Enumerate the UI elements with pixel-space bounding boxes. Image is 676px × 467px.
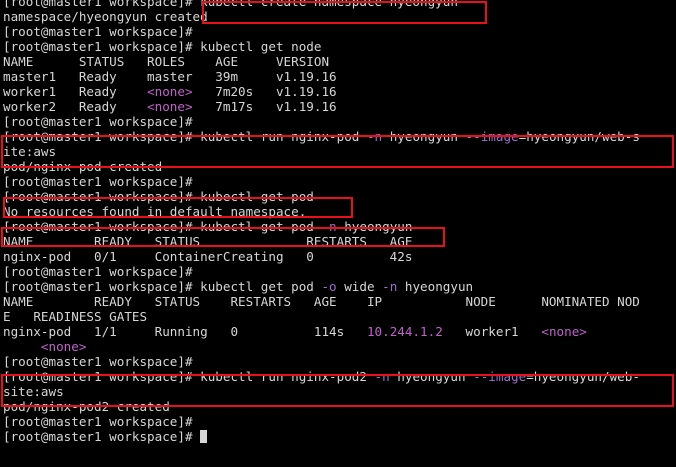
terminal-line: [root@master1 workspace]# kubectl run ng… xyxy=(3,129,640,144)
terminal-line: [root@master1 workspace]# xyxy=(3,114,193,129)
terminal-line: NAME STATUS ROLES AGE VERSION xyxy=(3,54,329,69)
terminal-text: --image xyxy=(473,369,527,384)
terminal-text: hyeongyun xyxy=(389,369,474,384)
terminal-text: [root@master1 workspace]# kubectl create… xyxy=(3,0,458,9)
terminal-text: [root@master1 workspace]# xyxy=(3,174,193,189)
terminal-text: -n xyxy=(382,279,398,294)
terminal-text: site:aws xyxy=(3,384,64,399)
terminal-text: NAME READY STATUS RESTARTS AGE IP NODE N… xyxy=(3,294,640,309)
terminal-text: <none> xyxy=(147,84,193,99)
terminal-text: <none> xyxy=(147,99,193,114)
terminal-line: NAME READY STATUS RESTARTS AGE IP NODE N… xyxy=(3,294,640,309)
terminal-text: 7m17s v1.19.16 xyxy=(192,99,337,114)
terminal-line: [root@master1 workspace]# xyxy=(3,264,193,279)
terminal-text: [root@master1 workspace]# kubectl get no… xyxy=(3,39,322,54)
terminal-line: nginx-pod 0/1 ContainerCreating 0 42s xyxy=(3,249,412,264)
terminal-text: [root@master1 workspace]# xyxy=(3,354,193,369)
terminal-text: [root@master1 workspace]# kubectl run ng… xyxy=(3,369,375,384)
terminal-text: master1 Ready master 39m v1.19.16 xyxy=(3,69,337,84)
terminal-text: wide xyxy=(336,279,383,294)
terminal-text: [root@master1 workspace]# xyxy=(3,429,201,444)
terminal-text: [root@master1 workspace]# kubectl get po… xyxy=(3,189,314,204)
terminal-text: -n xyxy=(321,219,337,234)
terminal-text: --image xyxy=(465,129,519,144)
terminal-line: [root@master1 workspace]# xyxy=(3,429,208,444)
terminal-text: 10.244.1.2 xyxy=(366,324,443,339)
terminal-line: pod/nginx-pod created xyxy=(3,159,162,174)
terminal-text: NAME STATUS ROLES AGE VERSION xyxy=(3,54,330,69)
terminal-text: -n xyxy=(374,369,390,384)
terminal-line: [root@master1 workspace]# kubectl get po… xyxy=(3,279,473,294)
terminal-text: [root@master1 workspace]# xyxy=(3,114,193,129)
terminal-text: pod/nginx-pod created xyxy=(3,159,163,174)
text-cursor xyxy=(200,430,208,443)
terminal-line: [root@master1 workspace]# xyxy=(3,354,193,369)
terminal-text: =hyeongyun/web- xyxy=(526,369,640,384)
terminal-text: worker1 xyxy=(442,324,542,339)
terminal-line: [root@master1 workspace]# kubectl get po… xyxy=(3,189,314,204)
terminal-text: hyeongyun xyxy=(382,129,466,144)
terminal-text: NAME READY STATUS RESTARTS AGE xyxy=(3,234,413,249)
terminal-line: No resources found in default namespace. xyxy=(3,204,306,219)
terminal-text: worker1 Ready xyxy=(3,84,148,99)
terminal-text: -o xyxy=(321,279,337,294)
terminal-line: site:aws xyxy=(3,384,64,399)
terminal-line: [root@master1 workspace]# kubectl run ng… xyxy=(3,369,640,384)
terminal-line: namespace/hyeongyun created xyxy=(3,9,208,24)
terminal-line: master1 Ready master 39m v1.19.16 xyxy=(3,69,337,84)
terminal-text: [root@master1 workspace]# xyxy=(3,24,193,39)
terminal-line: [root@master1 workspace]# kubectl get po… xyxy=(3,219,412,234)
terminal-line: [root@master1 workspace]# xyxy=(3,414,193,429)
terminal-line: worker2 Ready <none> 7m17s v1.19.16 xyxy=(3,99,337,114)
terminal-text: [root@master1 workspace]# kubectl get po… xyxy=(3,219,322,234)
terminal-line: worker1 Ready <none> 7m20s v1.19.16 xyxy=(3,84,337,99)
terminal-text: ite:aws xyxy=(3,144,57,159)
terminal-text: namespace/hyeongyun created xyxy=(3,9,208,24)
terminal-text: [root@master1 workspace]# xyxy=(3,264,193,279)
terminal-line: [root@master1 workspace]# xyxy=(3,174,193,189)
terminal-line: NAME READY STATUS RESTARTS AGE xyxy=(3,234,412,249)
terminal-line: ite:aws xyxy=(3,144,56,159)
terminal-text: pod/nginx-pod2 created xyxy=(3,399,170,414)
terminal-line: [root@master1 workspace]# kubectl create… xyxy=(3,0,458,9)
terminal-text: nginx-pod 1/1 Running 0 114s xyxy=(3,324,367,339)
terminal-text: No resources found in default namespace. xyxy=(3,204,307,219)
terminal-text: hyeongyun xyxy=(397,279,474,294)
terminal-text: -n xyxy=(366,129,383,144)
terminal-text: nginx-pod 0/1 ContainerCreating 0 42s xyxy=(3,249,413,264)
terminal-line: [root@master1 workspace]# kubectl get no… xyxy=(3,39,321,54)
terminal-line: <none> xyxy=(3,339,87,354)
terminal-line: [root@master1 workspace]# xyxy=(3,24,193,39)
terminal-text: worker2 Ready xyxy=(3,99,148,114)
terminal-text: <none> xyxy=(40,339,87,354)
terminal-text: =hyeongyun/web-s xyxy=(518,129,640,144)
terminal-text: <none> xyxy=(541,324,587,339)
terminal-text: [root@master1 workspace]# xyxy=(3,414,193,429)
terminal-text: [root@master1 workspace]# kubectl run ng… xyxy=(3,129,367,144)
terminal-line: E READINESS GATES xyxy=(3,309,147,324)
terminal-text: E READINESS GATES xyxy=(3,309,148,324)
terminal-line: pod/nginx-pod2 created xyxy=(3,399,170,414)
terminal-text: 7m20s v1.19.16 xyxy=(192,84,337,99)
terminal-line: nginx-pod 1/1 Running 0 114s 10.244.1.2 … xyxy=(3,324,587,339)
terminal-text: [root@master1 workspace]# kubectl get po… xyxy=(3,279,322,294)
terminal-text: hyeongyun xyxy=(336,219,413,234)
terminal-window[interactable]: [root@master1 workspace]# kubectl create… xyxy=(0,0,676,467)
